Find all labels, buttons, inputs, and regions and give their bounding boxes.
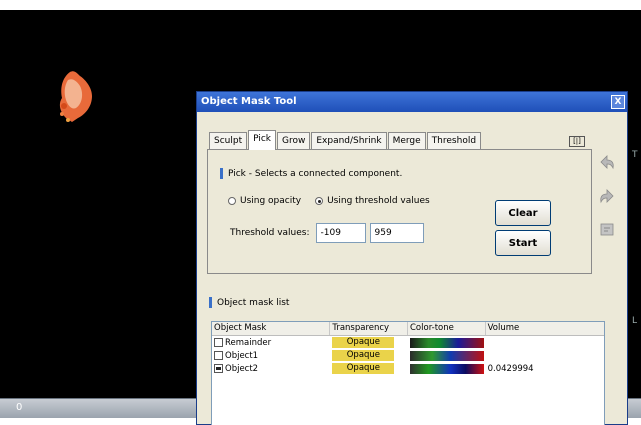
- col-color-tone[interactable]: Color-tone: [408, 322, 486, 335]
- mask-name-cell: Remainder: [212, 336, 330, 349]
- mask-visibility-checkbox[interactable]: [214, 338, 223, 347]
- mask-visibility-checkbox[interactable]: [214, 364, 223, 373]
- threshold-max-input[interactable]: [369, 223, 424, 243]
- mask-list-heading-text: Object mask list: [217, 298, 290, 308]
- radio-opacity-indicator[interactable]: [228, 197, 236, 205]
- table-row[interactable]: Object1 Opaque: [212, 349, 604, 362]
- threshold-min-input[interactable]: [315, 223, 366, 243]
- rendered-object-thumbnail: [59, 71, 92, 122]
- color-tone-swatch[interactable]: [410, 337, 484, 348]
- start-button[interactable]: Start: [495, 230, 551, 256]
- mask-list-heading: Object mask list: [209, 297, 289, 308]
- tab-threshold[interactable]: Threshold: [426, 132, 482, 150]
- color-tone-cell[interactable]: [408, 362, 486, 375]
- mask-name: Object2: [225, 363, 259, 374]
- radio-opacity-label: Using opacity: [240, 196, 302, 206]
- tab-sculpt[interactable]: Sculpt: [209, 132, 248, 150]
- radio-threshold-indicator[interactable]: [315, 197, 324, 205]
- clear-button[interactable]: Clear: [495, 200, 551, 226]
- mask-visibility-checkbox[interactable]: [214, 351, 223, 360]
- edge-mark-t: T: [632, 150, 638, 160]
- transparency-cell[interactable]: Opaque: [330, 362, 408, 375]
- threshold-values-label: Threshold values:: [230, 228, 310, 238]
- radio-threshold-label: Using threshold values: [327, 196, 430, 206]
- dialog-title: Object Mask Tool: [201, 96, 297, 107]
- section-marker-icon: [209, 297, 212, 308]
- detach-panel-icon[interactable]: [|]: [569, 136, 585, 147]
- table-row[interactable]: Remainder Opaque: [212, 336, 604, 349]
- object-mask-table: Object Mask Transparency Color-tone Volu…: [211, 321, 605, 425]
- pick-heading: Pick - Selects a connected component.: [220, 168, 402, 179]
- mask-name: Object1: [225, 350, 259, 361]
- color-tone-swatch[interactable]: [410, 363, 484, 374]
- transparency-cell[interactable]: Opaque: [330, 349, 408, 362]
- table-row[interactable]: Object2 Opaque 0.0429994: [212, 362, 604, 375]
- slider-value: 0: [16, 402, 23, 413]
- tab-merge[interactable]: Merge: [387, 132, 426, 150]
- dialog-titlebar[interactable]: Object Mask Tool X: [197, 92, 627, 112]
- threshold-values-row: Threshold values:: [230, 223, 428, 243]
- radio-using-threshold[interactable]: Using threshold values: [315, 196, 430, 206]
- side-toolbar: [595, 152, 619, 254]
- volume-cell: 0.0429994: [487, 363, 534, 374]
- transparency-badge[interactable]: Opaque: [332, 337, 395, 348]
- tab-grow[interactable]: Grow: [277, 132, 311, 150]
- volume-cell: [486, 336, 604, 349]
- tab-expand-shrink[interactable]: Expand/Shrink: [311, 132, 387, 150]
- pick-mode-options: Using opacity Using threshold values: [228, 196, 430, 206]
- redo-icon[interactable]: [598, 186, 616, 206]
- tab-pick[interactable]: Pick: [248, 130, 276, 150]
- edge-mark-l: L: [632, 316, 638, 326]
- col-volume[interactable]: Volume: [486, 322, 604, 335]
- object-mask-tool-dialog: Object Mask Tool X Sculpt Pick Grow Expa…: [196, 91, 628, 425]
- color-tone-swatch[interactable]: [410, 350, 484, 361]
- color-tone-cell[interactable]: [408, 349, 486, 362]
- tool-tabs: Sculpt Pick Grow Expand/Shrink Merge Thr…: [209, 130, 482, 150]
- mask-name: Remainder: [225, 337, 272, 348]
- transparency-badge[interactable]: Opaque: [332, 363, 395, 374]
- radio-using-opacity[interactable]: Using opacity: [228, 196, 301, 206]
- reset-icon[interactable]: [598, 220, 616, 240]
- mask-table-header: Object Mask Transparency Color-tone Volu…: [212, 322, 604, 336]
- col-transparency[interactable]: Transparency: [330, 322, 408, 335]
- undo-icon[interactable]: [598, 152, 616, 172]
- transparency-cell[interactable]: Opaque: [330, 336, 408, 349]
- close-button[interactable]: X: [611, 95, 625, 109]
- close-icon: X: [614, 97, 622, 107]
- transparency-badge[interactable]: Opaque: [332, 350, 395, 361]
- color-tone-cell[interactable]: [408, 336, 486, 349]
- section-marker-icon: [220, 168, 223, 179]
- pick-heading-text: Pick - Selects a connected component.: [228, 169, 403, 179]
- volume-cell: [486, 349, 604, 362]
- mask-name-cell: Object2: [212, 362, 330, 375]
- mask-name-cell: Object1: [212, 349, 330, 362]
- col-object-mask[interactable]: Object Mask: [212, 322, 331, 335]
